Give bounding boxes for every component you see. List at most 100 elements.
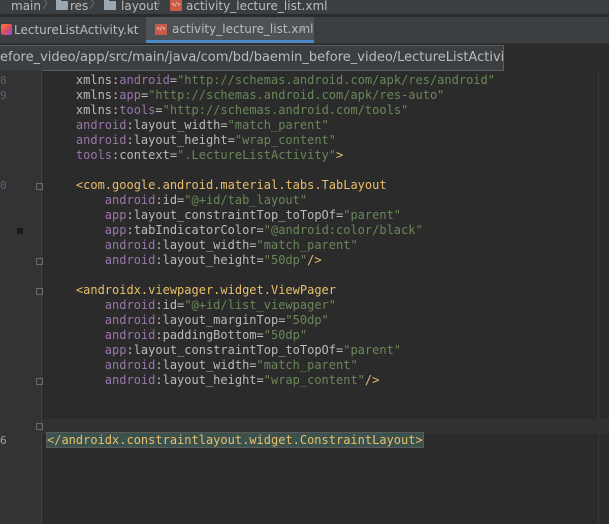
breadcrumb-item-layout[interactable]: layout bbox=[121, 0, 158, 12]
code-token: "match_parent" bbox=[227, 118, 329, 132]
code-line: app:tabIndicatorColor="@android:color/bl… bbox=[47, 223, 495, 238]
right-margin-guide bbox=[598, 70, 599, 524]
code-line: android:paddingBottom="50dp" bbox=[47, 328, 495, 343]
code-token: tools bbox=[119, 103, 156, 117]
folder-icon bbox=[104, 0, 116, 10]
code-line: android:layout_width="match_parent" bbox=[47, 238, 495, 253]
code-token: app bbox=[104, 208, 127, 222]
code-token: :layout_constraintTop_toTopOf= bbox=[126, 208, 344, 222]
code-line: android:id="@+id/tab_layout" bbox=[47, 193, 495, 208]
breadcrumb-separator: 〉 bbox=[155, 0, 169, 12]
code-token: > bbox=[336, 148, 344, 162]
code-line: app:layout_constraintTop_toTopOf="parent… bbox=[47, 208, 495, 223]
line-number: 9 bbox=[0, 89, 7, 102]
code-token: "@android:color/black" bbox=[263, 223, 423, 237]
code-line: </androidx.constraintlayout.widget.Const… bbox=[46, 432, 495, 448]
fold-marker-icon[interactable] bbox=[36, 423, 43, 430]
fold-marker-icon[interactable] bbox=[36, 378, 43, 385]
code-line: android:layout_width="match_parent" bbox=[47, 118, 495, 133]
fold-marker-icon[interactable] bbox=[36, 258, 43, 265]
gutter-marker-icon[interactable] bbox=[17, 228, 23, 234]
code-line: app:layout_constraintTop_toTopOf="parent… bbox=[47, 343, 495, 358]
fold-marker-icon[interactable] bbox=[36, 183, 43, 190]
line-number-gutter[interactable] bbox=[0, 70, 41, 524]
fold-marker-icon[interactable] bbox=[36, 288, 43, 295]
breadcrumb-item-res[interactable]: res bbox=[70, 0, 88, 12]
code-token: ".LectureListActivity" bbox=[177, 148, 337, 162]
code-token: :layout_height= bbox=[126, 133, 235, 147]
code-line: android:layout_width="match_parent" bbox=[47, 358, 495, 373]
code-token: "http://schemas.android.com/tools" bbox=[162, 103, 409, 117]
code-token: :layout_height= bbox=[155, 373, 264, 387]
code-token: :layout_height= bbox=[155, 253, 264, 267]
code-token: "@+id/tab_layout" bbox=[184, 193, 308, 207]
tab-lecture-list-activity-kt[interactable]: LectureListActivity.kt × bbox=[0, 17, 143, 43]
code-token: android bbox=[119, 73, 170, 87]
code-token: app bbox=[104, 223, 127, 237]
code-token: "parent" bbox=[343, 208, 402, 222]
folder-icon bbox=[56, 0, 68, 10]
code-token: xmlns: bbox=[75, 103, 120, 117]
code-token: android bbox=[75, 118, 127, 132]
code-line: xmlns:tools="http://schemas.android.com/… bbox=[47, 103, 495, 118]
breadcrumb-separator: 〉 bbox=[89, 0, 103, 12]
code-token: tools bbox=[75, 148, 113, 162]
code-token: :layout_marginTop= bbox=[155, 313, 286, 327]
code-token: android bbox=[104, 358, 156, 372]
xml-file-icon: </> bbox=[170, 0, 182, 11]
code-token: "50dp" bbox=[285, 313, 329, 327]
code-token: "parent" bbox=[343, 343, 402, 357]
code-token: "@+id/list_viewpager" bbox=[184, 298, 336, 312]
kotlin-file-icon bbox=[1, 24, 12, 35]
code-token: :layout_width= bbox=[155, 358, 257, 372]
code-editor[interactable]: xmlns:android="http://schemas.android.co… bbox=[46, 73, 495, 448]
close-icon[interactable]: × bbox=[298, 17, 307, 42]
code-line: android:layout_marginTop="50dp" bbox=[47, 313, 495, 328]
code-token: :layout_width= bbox=[126, 118, 228, 132]
code-line: android:layout_height="wrap_content" bbox=[47, 133, 495, 148]
code-token: "50dp" bbox=[263, 328, 308, 342]
code-token: android bbox=[104, 193, 156, 207]
code-token: <com.google.android.material.tabs.TabLay… bbox=[75, 178, 387, 192]
code-line: xmlns:android="http://schemas.android.co… bbox=[47, 73, 495, 88]
code-line: xmlns:app="http://schemas.android.com/ap… bbox=[47, 88, 495, 103]
code-token: android bbox=[104, 373, 156, 387]
code-token: :layout_width= bbox=[155, 238, 257, 252]
code-token: "50dp" bbox=[263, 253, 308, 267]
code-line: tools:context=".LectureListActivity"> bbox=[47, 148, 495, 163]
code-token: "http://schemas.android.com/apk/res/andr… bbox=[177, 73, 495, 87]
code-line: <androidx.viewpager.widget.ViewPager bbox=[47, 283, 495, 298]
code-token: android bbox=[104, 238, 156, 252]
breadcrumb-item-file[interactable]: activity_lecture_list.xml bbox=[186, 0, 327, 12]
code-token: app bbox=[119, 88, 141, 102]
code-line: android:layout_height="wrap_content"/> bbox=[47, 373, 495, 388]
tab-label: activity_lecture_list.xml bbox=[172, 22, 314, 36]
breadcrumb: main 〉 res 〉 layout 〉 </> activity_lectu… bbox=[0, 0, 609, 14]
code-token: "http://schemas.android.com/apk/res-auto… bbox=[148, 88, 445, 102]
code-token: xmlns: bbox=[75, 73, 120, 87]
line-number: 0 bbox=[0, 179, 7, 192]
code-token: android bbox=[104, 253, 156, 267]
breadcrumb-item-main[interactable]: main bbox=[11, 0, 41, 12]
code-token: android bbox=[104, 328, 156, 342]
code-token: "match_parent" bbox=[256, 358, 358, 372]
close-icon[interactable]: × bbox=[126, 17, 135, 43]
tab-activity-lecture-list-xml[interactable]: </> activity_lecture_list.xml × bbox=[146, 17, 314, 43]
code-token: :paddingBottom= bbox=[155, 328, 264, 342]
